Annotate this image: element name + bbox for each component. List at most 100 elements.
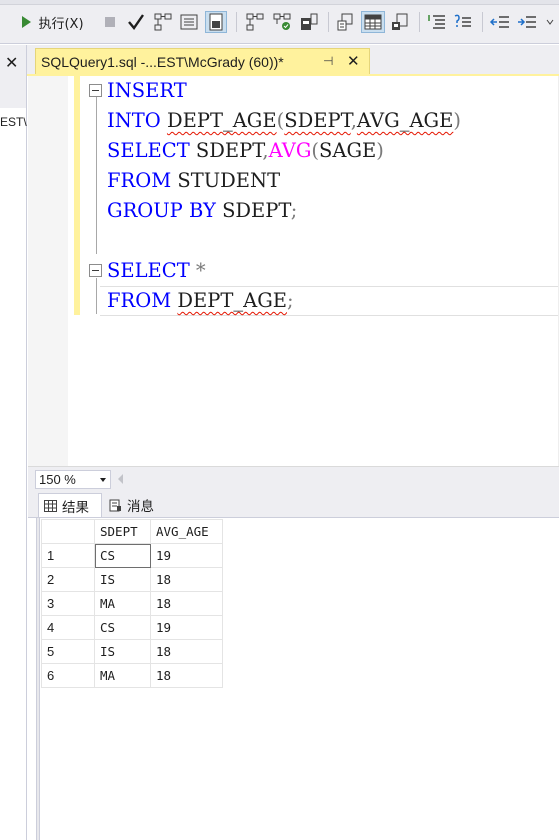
row-number[interactable]: 2 xyxy=(41,567,95,592)
keyword: SELECT xyxy=(107,139,190,162)
cell-avg-age[interactable]: 18 xyxy=(150,663,223,688)
cell-avg-age[interactable]: 18 xyxy=(150,639,223,664)
cell-avg-age[interactable]: 18 xyxy=(150,567,223,592)
decrease-indent-button[interactable] xyxy=(488,11,512,33)
estimated-plan-button[interactable] xyxy=(152,11,174,33)
estimated-plan-icon xyxy=(154,13,172,31)
punctuation: ) xyxy=(376,139,384,162)
cell-sdept[interactable]: IS xyxy=(94,567,151,592)
tab-sqlquery1[interactable]: SQLQuery1.sql -...EST\McGrady (60))* ⊣ ✕ xyxy=(35,48,370,75)
punctuation: ; xyxy=(290,199,298,222)
row-header-corner[interactable] xyxy=(41,519,95,544)
execute-button[interactable]: 执行(X) xyxy=(10,11,94,33)
query-options-button[interactable] xyxy=(205,11,227,33)
collapse-toggle-icon[interactable] xyxy=(89,264,102,277)
code-line-1: INSERT xyxy=(107,78,187,104)
parse-button[interactable] xyxy=(125,11,147,33)
cell-avg-age[interactable]: 19 xyxy=(150,543,223,568)
identifier: DEPT_AGE xyxy=(177,289,288,312)
collapse-toggle-icon[interactable] xyxy=(89,84,102,97)
panel-close-icon[interactable]: ✕ xyxy=(5,53,18,73)
object-explorer-panel: ✕ EST\ xyxy=(0,45,27,840)
keyword: FROM xyxy=(107,169,172,192)
results-to-file-button[interactable] xyxy=(389,11,411,33)
table-row[interactable]: 4 CS 19 xyxy=(41,615,223,640)
object-explorer-tree[interactable] xyxy=(0,108,26,840)
identifier: AVG_AGE xyxy=(356,109,454,132)
query-editor[interactable]: INSERT INTO DEPT_AGE(SDEPT,AVG_AGE) SELE… xyxy=(28,76,559,466)
row-number[interactable]: 4 xyxy=(41,615,95,640)
results-pane[interactable]: SDEPT AVG_AGE 1 CS 19 2 IS 18 3 MA 18 4 xyxy=(28,517,559,840)
cell-avg-age[interactable]: 18 xyxy=(150,591,223,616)
cell-avg-age[interactable]: 19 xyxy=(150,615,223,640)
row-number[interactable]: 5 xyxy=(41,639,95,664)
identifier: SDEPT xyxy=(284,109,351,132)
results-tab-bar: 结果 消息 xyxy=(28,491,559,517)
uncomment-button[interactable] xyxy=(452,11,474,33)
row-number[interactable]: 6 xyxy=(41,663,95,688)
identifier: SAGE xyxy=(319,139,377,162)
table-row[interactable]: 2 IS 18 xyxy=(41,567,223,592)
results-to-grid-button[interactable] xyxy=(361,11,385,33)
stop-icon xyxy=(105,17,115,27)
column-header-avg-age[interactable]: AVG_AGE xyxy=(150,519,223,544)
cell-sdept[interactable]: CS xyxy=(94,543,151,568)
table-row[interactable]: 1 CS 19 xyxy=(41,543,223,568)
grid-header-row: SDEPT AVG_AGE xyxy=(41,519,223,544)
zoom-value: 150 % xyxy=(39,472,76,487)
tab-title: SQLQuery1.sql -...EST\McGrady (60))* xyxy=(41,54,284,70)
table-row[interactable]: 3 MA 18 xyxy=(41,591,223,616)
cell-sdept[interactable]: IS xyxy=(94,639,151,664)
query-options-icon xyxy=(209,13,223,31)
cell-sdept[interactable]: MA xyxy=(94,663,151,688)
close-tab-icon[interactable]: ✕ xyxy=(347,52,360,70)
play-icon xyxy=(22,16,32,28)
grid-left-border xyxy=(36,518,40,840)
keyword: INSERT xyxy=(107,79,187,102)
toolbar-overflow[interactable] xyxy=(543,11,557,33)
identifier: DEPT_AGE xyxy=(166,109,277,132)
client-stats-button[interactable] xyxy=(298,11,320,33)
scroll-left-icon[interactable] xyxy=(118,474,123,484)
grid-icon xyxy=(44,499,57,512)
actual-plan-icon xyxy=(246,13,264,31)
punctuation: ) xyxy=(453,109,461,132)
stop-button[interactable] xyxy=(100,11,120,33)
tab-results-label: 结果 xyxy=(62,499,89,516)
keyword: GROUP BY xyxy=(107,199,216,222)
identifier: SDEPT xyxy=(195,139,263,162)
identifier: SDEPT xyxy=(222,199,291,222)
comment-button[interactable] xyxy=(426,11,448,33)
column-header-sdept[interactable]: SDEPT xyxy=(94,519,151,544)
cell-sdept[interactable]: MA xyxy=(94,591,151,616)
editor-margin xyxy=(28,76,68,466)
change-tracking-bar xyxy=(74,76,80,315)
table-row[interactable]: 6 MA 18 xyxy=(41,663,223,688)
document-tab-bar: SQLQuery1.sql -...EST\McGrady (60))* ⊣ ✕ xyxy=(27,45,559,75)
table-row[interactable]: 5 IS 18 xyxy=(41,639,223,664)
chevron-down-icon xyxy=(100,478,106,482)
row-number[interactable]: 3 xyxy=(41,591,95,616)
cell-sdept[interactable]: CS xyxy=(94,615,151,640)
display-results-button[interactable] xyxy=(178,11,200,33)
code-line-2: INTO DEPT_AGE(SDEPT,AVG_AGE) xyxy=(107,108,461,134)
punctuation: * xyxy=(195,259,206,282)
increase-indent-icon xyxy=(518,16,536,28)
keyword: INTO xyxy=(107,109,161,132)
tree-node-fragment[interactable]: EST\ xyxy=(0,115,27,129)
results-grid[interactable]: SDEPT AVG_AGE 1 CS 19 2 IS 18 3 MA 18 4 xyxy=(41,519,223,688)
display-results-icon xyxy=(180,14,198,30)
actual-plan-button[interactable] xyxy=(244,11,266,33)
results-to-text-button[interactable] xyxy=(335,11,357,33)
code-line-5: GROUP BY SDEPT; xyxy=(107,198,297,224)
editor-status-bar: 150 % xyxy=(28,466,559,491)
zoom-select[interactable]: 150 % xyxy=(35,470,111,489)
row-number[interactable]: 1 xyxy=(41,543,95,568)
pin-icon[interactable]: ⊣ xyxy=(323,54,333,68)
code-line-4: FROM STUDENT xyxy=(107,168,280,194)
tab-results[interactable]: 结果 xyxy=(38,493,102,517)
live-stats-button[interactable] xyxy=(271,11,293,33)
tab-messages[interactable]: 消息 xyxy=(104,493,164,517)
results-file-icon xyxy=(392,13,408,30)
increase-indent-button[interactable] xyxy=(515,11,539,33)
